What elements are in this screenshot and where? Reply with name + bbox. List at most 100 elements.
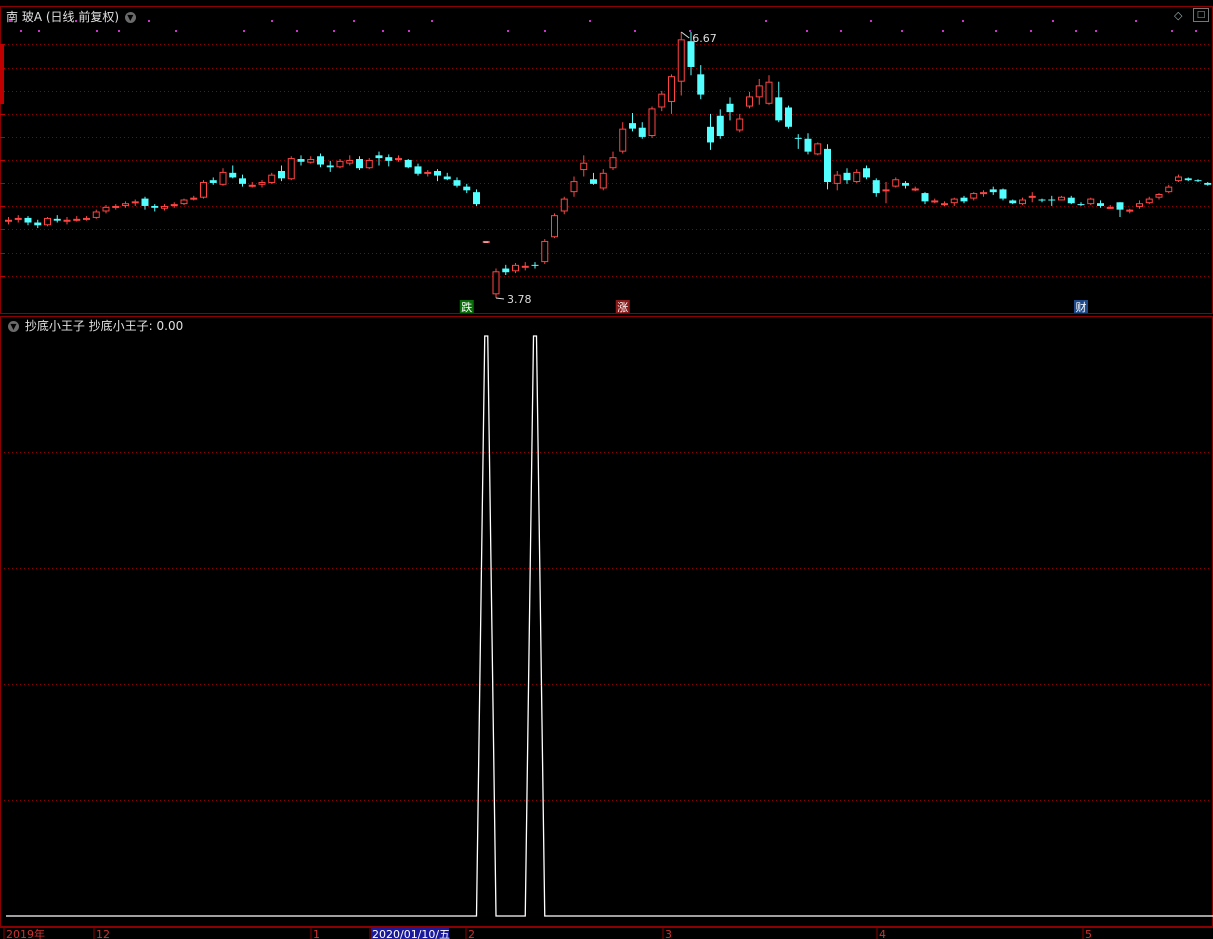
- candle: [492, 268, 500, 298]
- info-dot: [148, 20, 150, 22]
- indicator-panel[interactable]: ▼ 抄底小王子 抄底小王子: 0.00: [0, 316, 1213, 927]
- candle: [1136, 200, 1143, 209]
- indicator-chart[interactable]: [0, 316, 1213, 927]
- candle-body: [385, 157, 393, 161]
- candle-body: [239, 178, 246, 184]
- candle-body: [551, 215, 558, 238]
- info-dot: [333, 30, 335, 32]
- high-price-label: 6.67: [692, 32, 717, 45]
- candle-body: [443, 176, 451, 180]
- axis-label: 2: [468, 928, 475, 939]
- candle: [1106, 205, 1114, 209]
- candle: [755, 78, 763, 105]
- candle: [1145, 196, 1153, 205]
- candle: [814, 142, 822, 156]
- candle: [268, 172, 276, 184]
- candle: [950, 197, 958, 206]
- candle: [521, 262, 529, 271]
- candle-body: [1184, 178, 1192, 181]
- candle-body: [950, 198, 958, 204]
- candle-body: [453, 180, 461, 186]
- candle-body: [1038, 199, 1046, 201]
- candle: [1058, 195, 1065, 201]
- candle: [112, 204, 120, 210]
- axis-label: 2019年: [6, 927, 45, 939]
- candle-body: [1097, 203, 1104, 206]
- info-dot: [870, 20, 872, 22]
- candle: [131, 199, 139, 206]
- candle: [551, 213, 558, 239]
- chevron-down-icon[interactable]: ▼: [8, 321, 19, 332]
- candle-body: [677, 39, 685, 82]
- candle-body: [911, 188, 919, 191]
- info-dot: [589, 20, 591, 22]
- candle: [258, 180, 266, 188]
- candle-body: [775, 97, 783, 121]
- candle-body: [1175, 176, 1182, 182]
- candle-body: [590, 179, 597, 184]
- chevron-down-icon[interactable]: ▼: [124, 12, 136, 23]
- candle: [356, 156, 363, 171]
- kline-panel[interactable]: 6.67 3.78 – 跌 涨 财 南 玻A (日线 前复权) ▼ ◇ □: [0, 6, 1213, 314]
- chart-mode: (日线 前复权): [45, 10, 120, 24]
- candle-body: [794, 137, 802, 139]
- candle-body: [424, 171, 432, 174]
- candle-body: [687, 41, 695, 67]
- candle-body: [131, 201, 139, 204]
- axis-label: 1: [313, 928, 320, 939]
- candle: [697, 65, 705, 100]
- candle-body: [229, 172, 237, 178]
- candle: [1009, 199, 1017, 205]
- candle-body: [122, 203, 129, 206]
- candle-body: [1145, 198, 1153, 204]
- candle: [414, 163, 422, 176]
- candle: [346, 155, 354, 166]
- candle-body: [365, 159, 373, 169]
- candle-body: [14, 217, 22, 220]
- candle-body: [941, 203, 948, 206]
- candle-body: [716, 115, 724, 137]
- candle: [512, 263, 519, 274]
- diamond-icon[interactable]: ◇: [1174, 9, 1182, 22]
- candle: [911, 186, 919, 192]
- event-marker: 跌: [461, 300, 472, 314]
- kline-chart[interactable]: 6.67 3.78 – 跌 涨 财: [0, 6, 1213, 314]
- candle-body: [1106, 206, 1114, 209]
- info-dot: [1135, 20, 1137, 22]
- low-price-label: 3.78: [507, 293, 532, 306]
- candle-body: [92, 211, 100, 218]
- info-dot: [765, 20, 767, 22]
- candle: [424, 170, 432, 177]
- candle-body: [44, 217, 51, 226]
- candle-body: [1067, 197, 1075, 204]
- candle-body: [853, 171, 861, 183]
- info-dot: [431, 20, 433, 22]
- candle: [122, 201, 129, 208]
- candle: [278, 165, 285, 182]
- candle: [1067, 195, 1075, 205]
- candle-body: [180, 199, 188, 205]
- candle: [833, 170, 841, 191]
- candle-body: [326, 165, 334, 168]
- indicator-line: [6, 335, 1213, 917]
- candle-body: [112, 205, 120, 208]
- candle: [297, 155, 305, 166]
- candle: [151, 204, 159, 212]
- candle-body: [473, 192, 480, 205]
- candle: [1028, 192, 1036, 203]
- candle: [902, 181, 909, 189]
- candle-body: [931, 200, 939, 203]
- candle-body: [219, 171, 227, 185]
- candle: [209, 177, 217, 185]
- candle-body: [648, 108, 656, 137]
- window-icon[interactable]: □: [1193, 8, 1209, 22]
- info-dot: [634, 30, 636, 32]
- candle: [980, 190, 987, 197]
- candle: [502, 264, 510, 275]
- candle-body: [1126, 209, 1134, 212]
- candle-body: [356, 159, 363, 169]
- time-axis: 2019年 12 1 2020/01/10/五 2 3 4 5: [0, 927, 1213, 939]
- candle-body: [512, 264, 519, 272]
- candle-body: [726, 103, 734, 113]
- candle-body: [736, 118, 744, 131]
